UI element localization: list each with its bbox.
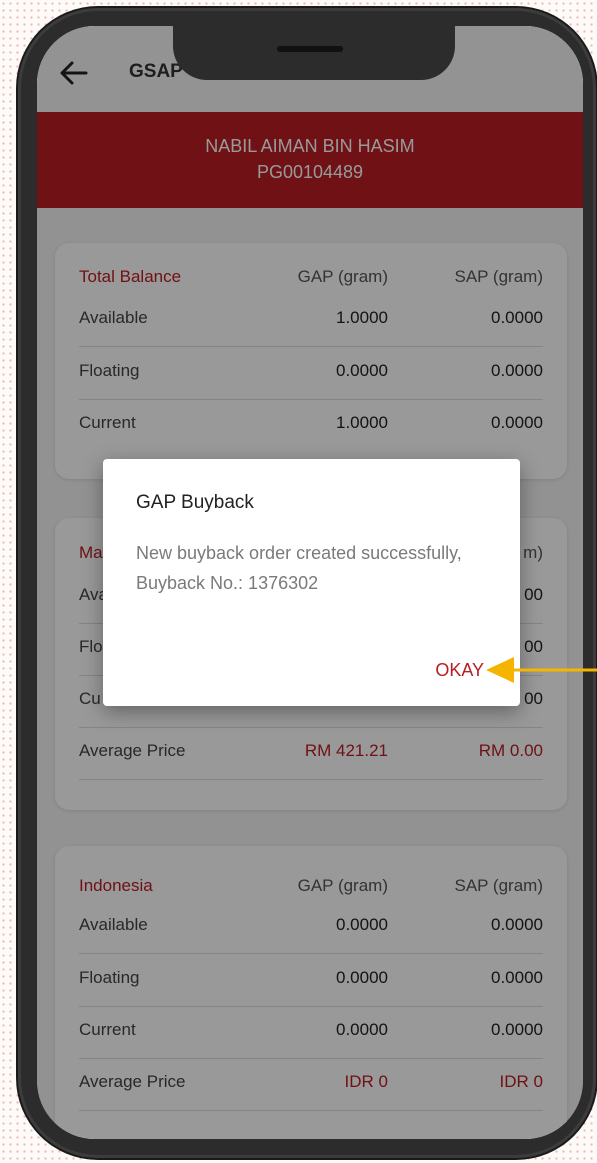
annotation-arrow-icon (486, 657, 597, 683)
app-screen: GSAP NABIL AIMAN BIN HASIM PG00104489 To… (37, 26, 583, 1139)
phone-notch (173, 22, 455, 80)
buyback-dialog: GAP Buyback New buyback order created su… (103, 459, 520, 706)
dialog-message: New buyback order created successfully, … (136, 543, 462, 593)
dialog-title: GAP Buyback (136, 492, 254, 513)
okay-button[interactable]: OKAY (435, 660, 484, 681)
